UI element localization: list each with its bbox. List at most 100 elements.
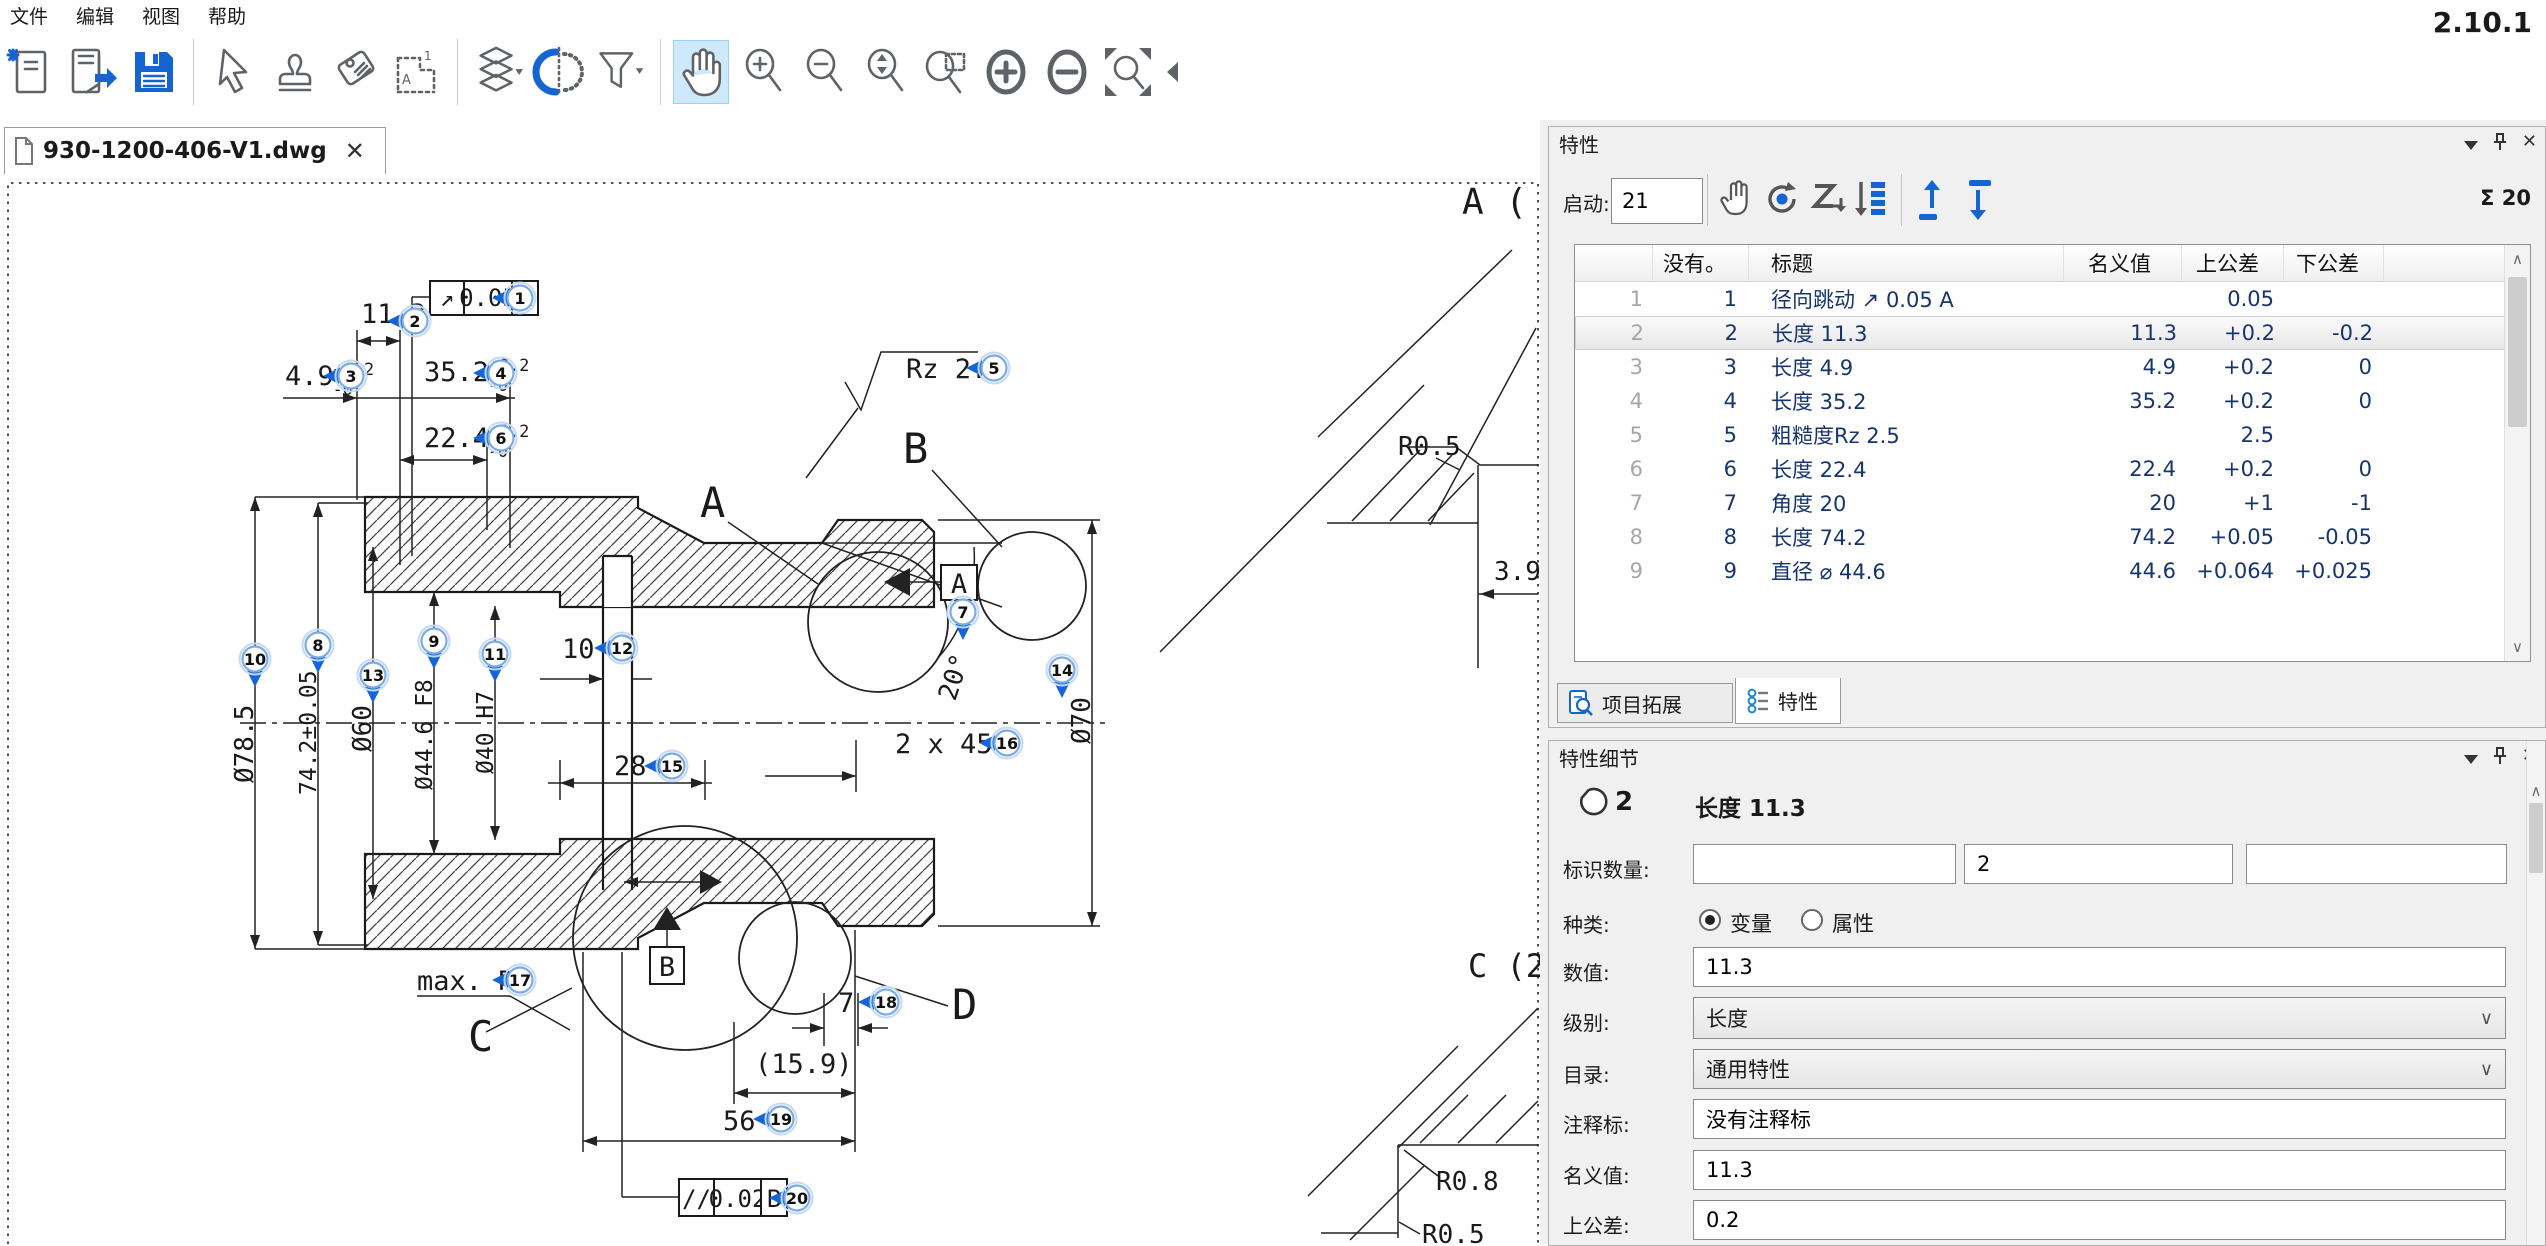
decrease-button[interactable] [1040,41,1094,103]
menu-help[interactable]: 帮助 [208,2,246,29]
zoom-extents-button[interactable] [1101,41,1155,103]
partial-region-button[interactable]: 1A [390,41,444,103]
increase-button[interactable] [979,41,1033,103]
id-qty-input-2[interactable] [1964,844,2233,884]
table-row[interactable]: 88长度 74.274.2+0.05-0.05 [1575,520,2530,554]
nominal-input[interactable] [1693,1150,2506,1190]
id-qty-input-3[interactable] [2246,844,2507,884]
table-scrollbar[interactable]: ∧ ∨ [2504,245,2530,661]
characteristics-table[interactable]: 没有。 标题 名义值 上公差 下公差 11径向跳动 ↗ 0.05 A0.05 2 2… [1574,244,2531,662]
table-row[interactable]: 55粗糙度Rz 2.52.5 [1575,418,2530,452]
pin-icon[interactable] [2492,746,2508,766]
scroll-up-icon[interactable]: ∧ [2505,245,2530,273]
table-cell: 2 [1654,321,1750,345]
value-input[interactable] [1693,947,2506,987]
close-panel-icon[interactable]: ✕ [2522,131,2537,152]
toolbar-separator [457,39,458,105]
scroll-up-icon[interactable]: ∧ [2527,777,2545,805]
list-order-icon[interactable] [1851,176,1893,222]
column-header-upper-tol[interactable]: 上公差 [2182,245,2284,281]
document-tab[interactable]: 930-1200-406-V1.dwg ✕ [4,127,386,174]
table-cell: 6 [1575,457,1653,481]
table-row[interactable]: 22长度 11.311.3+0.2-0.2 [1575,316,2530,350]
menu-view[interactable]: 视图 [142,2,180,29]
table-cell: 2.5 [2182,423,2284,447]
column-header-no[interactable]: 没有。 [1653,245,1749,281]
column-header-index[interactable] [1575,245,1653,281]
scrollbar-thumb[interactable] [2529,803,2543,873]
svg-text:8: 8 [312,636,323,655]
table-cell: 3 [1575,355,1653,379]
drawing-label: A [700,478,725,527]
layers-button[interactable] [471,41,525,103]
details-panel-title: 特性细节 ✕ [1549,741,2545,773]
table-row[interactable]: 99直径 ⌀ 44.644.6+0.064+0.025 [1575,554,2530,588]
column-header-nominal[interactable]: 名义值 [2064,245,2182,281]
properties-panel: 特性 ✕ 启动: Σ 20 没有。 标题 名义值 上公差 下公差 11径向跳动 … [1548,126,2546,728]
tab-project-expand[interactable]: 项目拓展 [1557,683,1733,723]
move-bottom-icon[interactable] [1957,176,1999,222]
drawing-canvas[interactable]: 11.34.9+0.2-035.2+0.2-0Rz 2.522.4+0.2-0A… [0,120,1545,1244]
table-row[interactable]: 77角度 2020+1-1 [1575,486,2530,520]
select-cursor-button[interactable] [207,41,261,103]
drawing-label: A ( [1462,182,1527,223]
zoom-in-button[interactable] [735,41,789,103]
details-scrollbar[interactable]: ∧ [2526,741,2545,1245]
start-label: 启动: [1563,188,1610,217]
column-header-lower-tol[interactable]: 下公差 [2284,245,2384,281]
move-top-icon[interactable] [1911,176,1953,222]
zoom-out-button[interactable] [796,41,850,103]
table-cell: 9 [1575,559,1653,583]
class-combobox[interactable]: 长度 ∨ [1693,997,2506,1039]
balloon-icon [1577,785,1611,819]
save-button[interactable] [126,41,180,103]
scroll-down-icon[interactable]: ∨ [2505,633,2530,661]
tag-button[interactable] [329,41,383,103]
menu-edit[interactable]: 编辑 [76,2,114,29]
z-order-icon[interactable] [1807,176,1849,222]
table-cell: 8 [1575,525,1653,549]
pin-icon[interactable] [2492,132,2508,152]
table-cell: 长度 22.4 [1749,454,2064,484]
table-cell: -0.2 [2285,321,2385,345]
filter-button[interactable] [593,41,647,103]
document-tab-title: 930-1200-406-V1.dwg [43,138,327,164]
tab-characteristics[interactable]: 特性 [1735,678,1841,724]
radio-attribute[interactable] [1801,909,1823,931]
panel-menu-icon[interactable] [2464,141,2478,150]
start-number-input[interactable] [1611,178,1703,224]
radio-variable[interactable] [1699,909,1721,931]
collapse-toolbar-arrow[interactable] [1162,41,1184,103]
id-qty-input-1[interactable] [1693,844,1956,884]
renumber-rotate-icon[interactable] [1761,176,1803,222]
note-input[interactable] [1693,1099,2506,1139]
file-icon [13,137,35,165]
pick-hand-icon[interactable] [1717,176,1759,222]
table-cell: 1 [1653,287,1749,311]
scrollbar-thumb[interactable] [2508,277,2527,427]
note-label: 注释标: [1563,1109,1630,1138]
column-header-title[interactable]: 标题 [1749,245,2064,281]
new-file-button[interactable] [4,41,58,103]
drawing-label: 56 [723,1106,756,1137]
table-row[interactable]: 44长度 35.235.2+0.20 [1575,384,2530,418]
tab-close-icon[interactable]: ✕ [345,137,365,165]
id-qty-label: 标识数量: [1563,854,1650,883]
svg-text:18: 18 [875,993,897,1012]
upper-tol-input[interactable] [1693,1200,2506,1240]
pan-hand-button[interactable] [674,41,728,103]
table-cell: 5 [1653,423,1749,447]
table-row[interactable]: 66长度 22.422.4+0.20 [1575,452,2530,486]
table-row[interactable]: 33长度 4.94.9+0.20 [1575,350,2530,384]
zoom-dynamic-button[interactable] [857,41,911,103]
mirror-view-button[interactable] [532,41,586,103]
svg-text:5: 5 [988,359,999,378]
drawing-label: A [951,569,967,600]
panel-menu-icon[interactable] [2464,755,2478,764]
zoom-window-button[interactable] [918,41,972,103]
open-file-button[interactable] [65,41,119,103]
catalog-combobox[interactable]: 通用特性 ∨ [1693,1049,2506,1089]
menu-file[interactable]: 文件 [10,2,48,29]
table-row[interactable]: 11径向跳动 ↗ 0.05 A0.05 [1575,282,2530,316]
stamp-button[interactable] [268,41,322,103]
